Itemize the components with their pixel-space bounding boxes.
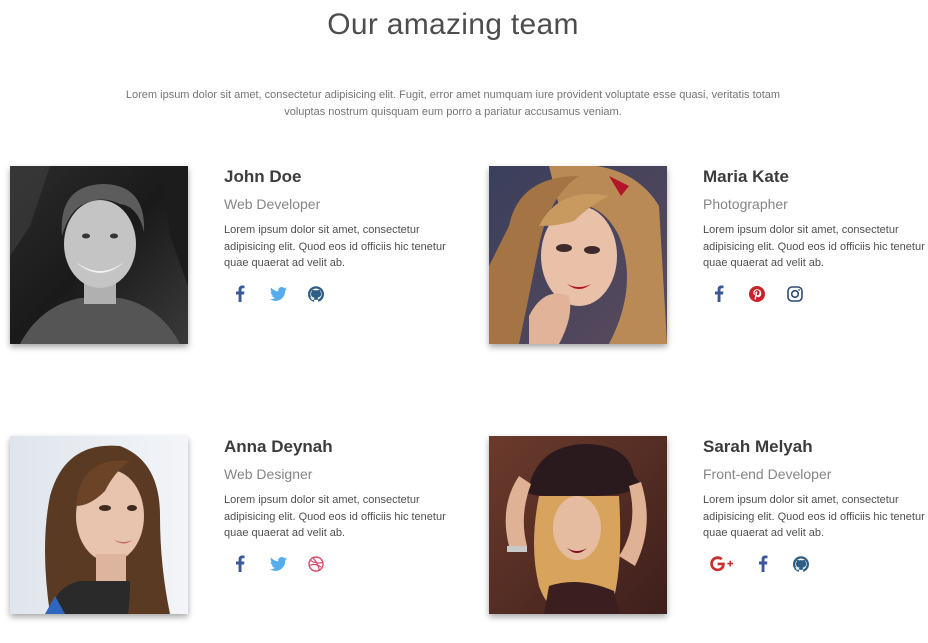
intro-text: Lorem ipsum dolor sit amet, consectetur … [125,89,781,118]
twitter-icon[interactable] [268,284,288,304]
dribbble-icon[interactable] [306,554,326,574]
member-photo [489,436,667,614]
member-name: John Doe [224,167,302,186]
member-bio: Lorem ipsum dolor sit amet, consectetur … [703,224,925,269]
member-photo [10,436,188,614]
member-photo [489,166,667,344]
team-member-card: Sarah Melyah Front-end Developer Lorem i… [489,436,928,616]
member-role: Web Developer [224,196,321,212]
member-role: Front-end Developer [703,466,832,482]
team-member-card: Anna Deynah Web Designer Lorem ipsum dol… [10,436,450,616]
member-bio: Lorem ipsum dolor sit amet, consectetur … [224,224,446,269]
member-bio: Lorem ipsum dolor sit amet, consectetur … [703,494,925,539]
pinterest-icon[interactable] [747,284,767,304]
github-icon[interactable] [306,284,326,304]
member-info: John Doe Web Developer Lorem ipsum dolor… [224,166,454,304]
github-icon[interactable] [791,554,811,574]
member-role: Photographer [703,196,788,212]
member-info: Sarah Melyah Front-end Developer Lorem i… [703,436,928,574]
member-role: Web Designer [224,466,313,482]
member-info: Maria Kate Photographer Lorem ipsum dolo… [703,166,928,304]
member-name: Sarah Melyah [703,437,813,456]
page-title: Our amazing team [327,8,579,41]
member-bio: Lorem ipsum dolor sit amet, consectetur … [224,494,446,539]
member-info: Anna Deynah Web Designer Lorem ipsum dol… [224,436,454,574]
instagram-icon[interactable] [785,284,805,304]
member-name: Maria Kate [703,167,789,186]
social-links [703,554,928,574]
google-plus-icon[interactable] [709,554,735,574]
member-photo [10,166,188,344]
facebook-icon[interactable] [230,284,250,304]
member-name: Anna Deynah [224,437,333,456]
social-links [703,284,928,304]
team-member-card: Maria Kate Photographer Lorem ipsum dolo… [489,166,928,346]
facebook-icon[interactable] [230,554,250,574]
facebook-icon[interactable] [709,284,729,304]
twitter-icon[interactable] [268,554,288,574]
social-links [224,284,454,304]
facebook-icon[interactable] [753,554,773,574]
social-links [224,554,454,574]
team-member-card: John Doe Web Developer Lorem ipsum dolor… [10,166,450,346]
